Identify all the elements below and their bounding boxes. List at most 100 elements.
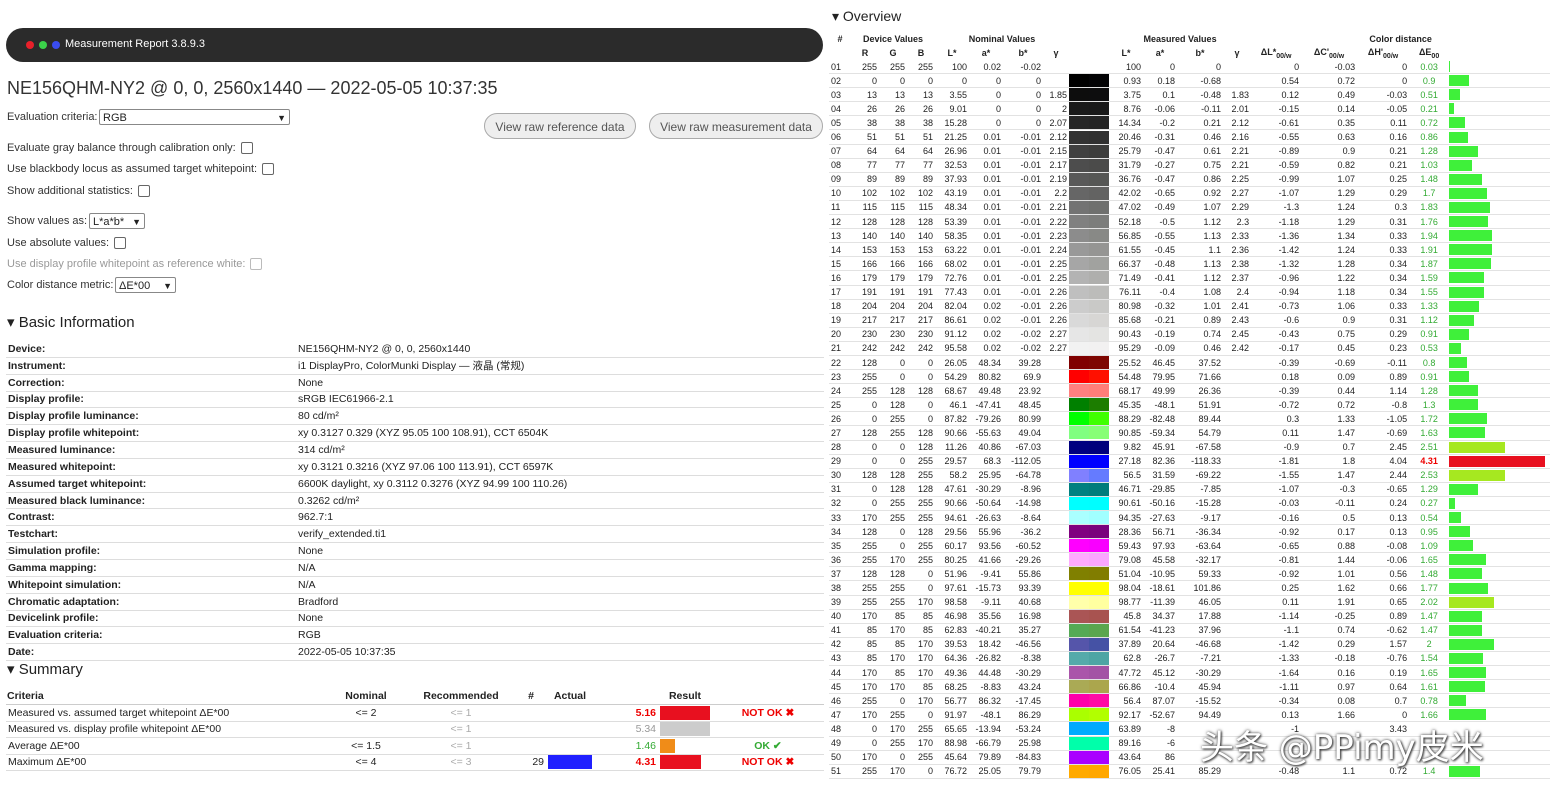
overview-cell: 0.54 — [1409, 510, 1450, 526]
overview-cell: 26 — [879, 101, 907, 117]
overview-cell: 0.02 — [969, 313, 1003, 328]
overview-row: 13 140 140 140 58.35 0.01 -0.01 2.23 56.85 -0.55 1… — [829, 228, 1550, 244]
basic-info-row: Instrument: i1 DisplayPro, ColorMunki Dis… — [6, 357, 824, 375]
overview-cell: 128 — [907, 440, 935, 455]
overview-cell: 25.79 — [1109, 144, 1144, 159]
measured-swatch — [1089, 88, 1110, 102]
summary-recommended: <= 3 — [406, 754, 516, 771]
delta-e-bar-cell — [1449, 637, 1550, 652]
overview-heading[interactable]: ▾ Overview — [832, 8, 901, 25]
overview-cell: -30.29 — [969, 482, 1003, 497]
basic-info-value: 314 cd/m² — [296, 441, 824, 459]
minimize-dot-icon[interactable] — [52, 41, 60, 49]
overview-cell: -82.48 — [1143, 411, 1178, 427]
summary-actual: 1.46 — [594, 737, 658, 755]
gray-balance-checkbox[interactable] — [240, 142, 253, 155]
overview-color-swatch — [1069, 510, 1110, 526]
delta-e-bar-cell — [1449, 580, 1550, 596]
delta-e-bar-cell — [1449, 609, 1550, 624]
delta-e-bar-cell — [1449, 369, 1550, 385]
delta-e-bar — [1449, 667, 1486, 679]
overview-cell: 0.33 — [1357, 299, 1410, 314]
measured-swatch — [1089, 186, 1110, 200]
overview-cell: 79.89 — [969, 750, 1003, 765]
summary-heading[interactable]: ▾ Summary — [7, 660, 83, 678]
overview-cell: -11.39 — [1143, 595, 1178, 610]
view-raw-reference-button[interactable]: View raw reference data — [484, 113, 636, 139]
overview-cell: 2.15 — [1043, 144, 1070, 159]
overview-row: 30 128 128 255 58.2 25.95 -64.78 56.5 31.59 -69.2… — [829, 468, 1550, 483]
overview-row: 28 0 0 128 11.26 40.86 -67.03 9.82 45.91 -67.58 -0… — [829, 440, 1550, 455]
maximize-dot-icon[interactable] — [39, 41, 47, 49]
close-dot-icon[interactable] — [26, 41, 34, 49]
overview-cell: -1.42 — [1251, 637, 1302, 652]
overview-cell: -30.29 — [1003, 665, 1043, 681]
basic-info-value: 6600K daylight, xy 0.3112 0.3276 (XYZ 94… — [296, 475, 824, 493]
overview-cell: 46.98 — [935, 609, 969, 624]
measured-swatch — [1089, 384, 1110, 398]
delta-e-bar-cell — [1449, 524, 1550, 540]
blackbody-label: Use blackbody locus as assumed target wh… — [7, 163, 258, 175]
overview-cell: 77 — [851, 158, 879, 173]
overview-cell: 0 — [851, 496, 879, 512]
color-distance-select[interactable]: ΔE*00 ▼ — [115, 277, 176, 293]
blackbody-checkbox[interactable] — [262, 163, 275, 176]
basic-info-row: Gamma mapping: N/A — [6, 559, 824, 577]
overview-cell — [1043, 60, 1070, 75]
absolute-values-checkbox[interactable] — [114, 237, 127, 250]
measured-swatch — [1089, 496, 1110, 510]
overview-cell: -0.16 — [1251, 510, 1302, 526]
overview-cell: 0.86 — [1177, 172, 1224, 187]
overview-cell: 64.36 — [935, 651, 969, 667]
overview-color-swatch — [1069, 242, 1110, 258]
measured-swatch — [1089, 116, 1110, 130]
overview-cell: 102 — [879, 186, 907, 201]
view-raw-measurement-button[interactable]: View raw measurement data — [649, 113, 823, 139]
delta-e-bar — [1449, 624, 1482, 636]
overview-cell — [1043, 665, 1070, 681]
overview-cell: 0.46 — [1177, 129, 1224, 145]
overview-cell: 1.94 — [1409, 228, 1450, 244]
summary-patch — [546, 704, 594, 722]
overview-cell: 44 — [829, 665, 851, 681]
overview-row: 46 255 0 170 56.77 86.32 -17.45 56.4 87.07 -15.52… — [829, 693, 1550, 709]
overview-row: 07 64 64 64 26.96 0.01 -0.01 2.15 25.79 -0.47 0.61… — [829, 144, 1550, 159]
additional-stats-checkbox[interactable] — [137, 185, 150, 198]
nominal-swatch — [1069, 511, 1090, 525]
overview-cell: 0.01 — [969, 242, 1003, 258]
summary-count: 29 — [516, 754, 546, 771]
overview-row: 45 170 170 85 68.25 -8.83 43.24 66.86 -10.4 45.94… — [829, 679, 1550, 695]
delta-e-bar — [1449, 709, 1487, 721]
overview-color-swatch — [1069, 482, 1110, 497]
overview-cell — [1223, 609, 1252, 624]
overview-cell — [1223, 595, 1252, 610]
overview-cell: 128 — [907, 425, 935, 441]
overview-cell: 90.85 — [1109, 425, 1144, 441]
overview-color-swatch — [1069, 158, 1110, 173]
eval-criteria-select[interactable]: RGB ▼ — [99, 109, 290, 125]
overview-cell: 42 — [829, 637, 851, 652]
overview-cell: 52.18 — [1109, 214, 1144, 230]
show-values-select[interactable]: L*a*b* ▼ — [89, 213, 145, 229]
summary-bar — [658, 721, 712, 738]
overview-cell: 40.86 — [969, 440, 1003, 455]
overview-cell: 38 — [851, 115, 879, 131]
overview-cell: 2.44 — [1357, 468, 1410, 483]
overview-cell: 62.8 — [1109, 651, 1144, 667]
overview-column-header — [1449, 46, 1550, 60]
overview-cell: 2.27 — [1043, 327, 1070, 342]
overview-cell: 1.65 — [1409, 665, 1450, 681]
overview-cell: 18 — [829, 299, 851, 314]
overview-cell: 1.91 — [1409, 242, 1450, 258]
basic-info-key: Display profile luminance: — [6, 407, 296, 426]
overview-cell: 1.13 — [1177, 228, 1224, 244]
overview-cell: -0.03 — [1301, 60, 1358, 75]
overview-row: 20 230 230 230 91.12 0.02 -0.02 2.27 90.43 -0.19 0… — [829, 327, 1550, 342]
basic-info-value: N/A — [296, 576, 824, 594]
basic-info-heading[interactable]: ▾ Basic Information — [7, 313, 135, 331]
delta-e-bar-cell — [1449, 454, 1550, 469]
summary-result — [712, 721, 824, 738]
overview-cell: -0.61 — [1251, 115, 1302, 131]
delta-e-bar — [1449, 526, 1471, 538]
overview-color-swatch — [1069, 355, 1110, 371]
